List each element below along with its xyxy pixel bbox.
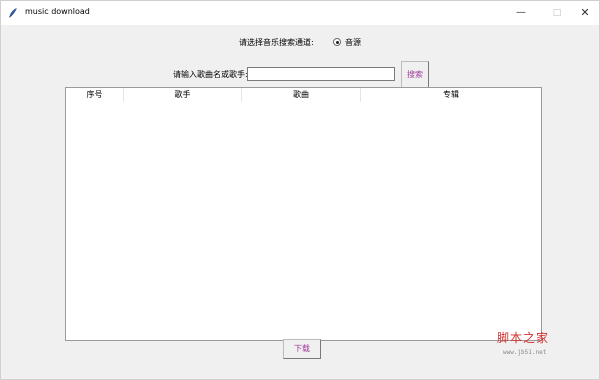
radio-selected-dot [335,40,339,44]
column-header-singer[interactable]: 歌手 [124,88,242,102]
main-panel: 请选择音乐搜索通道: 音源 请输入歌曲名或歌手: 搜索 序号 歌手 歌曲 专辑 … [9,25,591,373]
search-input[interactable] [247,67,395,81]
close-icon[interactable]: ✕ [575,5,595,21]
column-header-album[interactable]: 专辑 [361,88,541,102]
search-label: 请输入歌曲名或歌手: [173,70,248,79]
channel-label: 请选择音乐搜索通道: [239,38,314,47]
search-button[interactable]: 搜索 [401,61,429,89]
watermark-url: www.jb51.net [503,349,547,356]
watermark-text: 脚本之家 [497,331,550,345]
window-title: music download [25,7,90,16]
title-bar[interactable]: music download — □ ✕ [1,1,599,25]
channel-option-label[interactable]: 音源 [345,37,361,48]
app-window: music download — □ ✕ 请选择音乐搜索通道: 音源 请输入歌曲… [0,0,600,380]
maximize-icon[interactable]: □ [547,5,567,21]
table-header: 序号 歌手 歌曲 专辑 [66,88,541,102]
minimize-icon[interactable]: — [511,5,531,21]
column-header-index[interactable]: 序号 [66,88,124,102]
feather-icon [9,8,17,19]
results-table[interactable]: 序号 歌手 歌曲 专辑 [65,87,542,341]
download-button[interactable]: 下载 [283,339,321,359]
column-header-song[interactable]: 歌曲 [242,88,361,102]
watermark-logo: 脚本之家 www.jb51.net [497,329,579,359]
channel-radio[interactable] [333,38,341,46]
